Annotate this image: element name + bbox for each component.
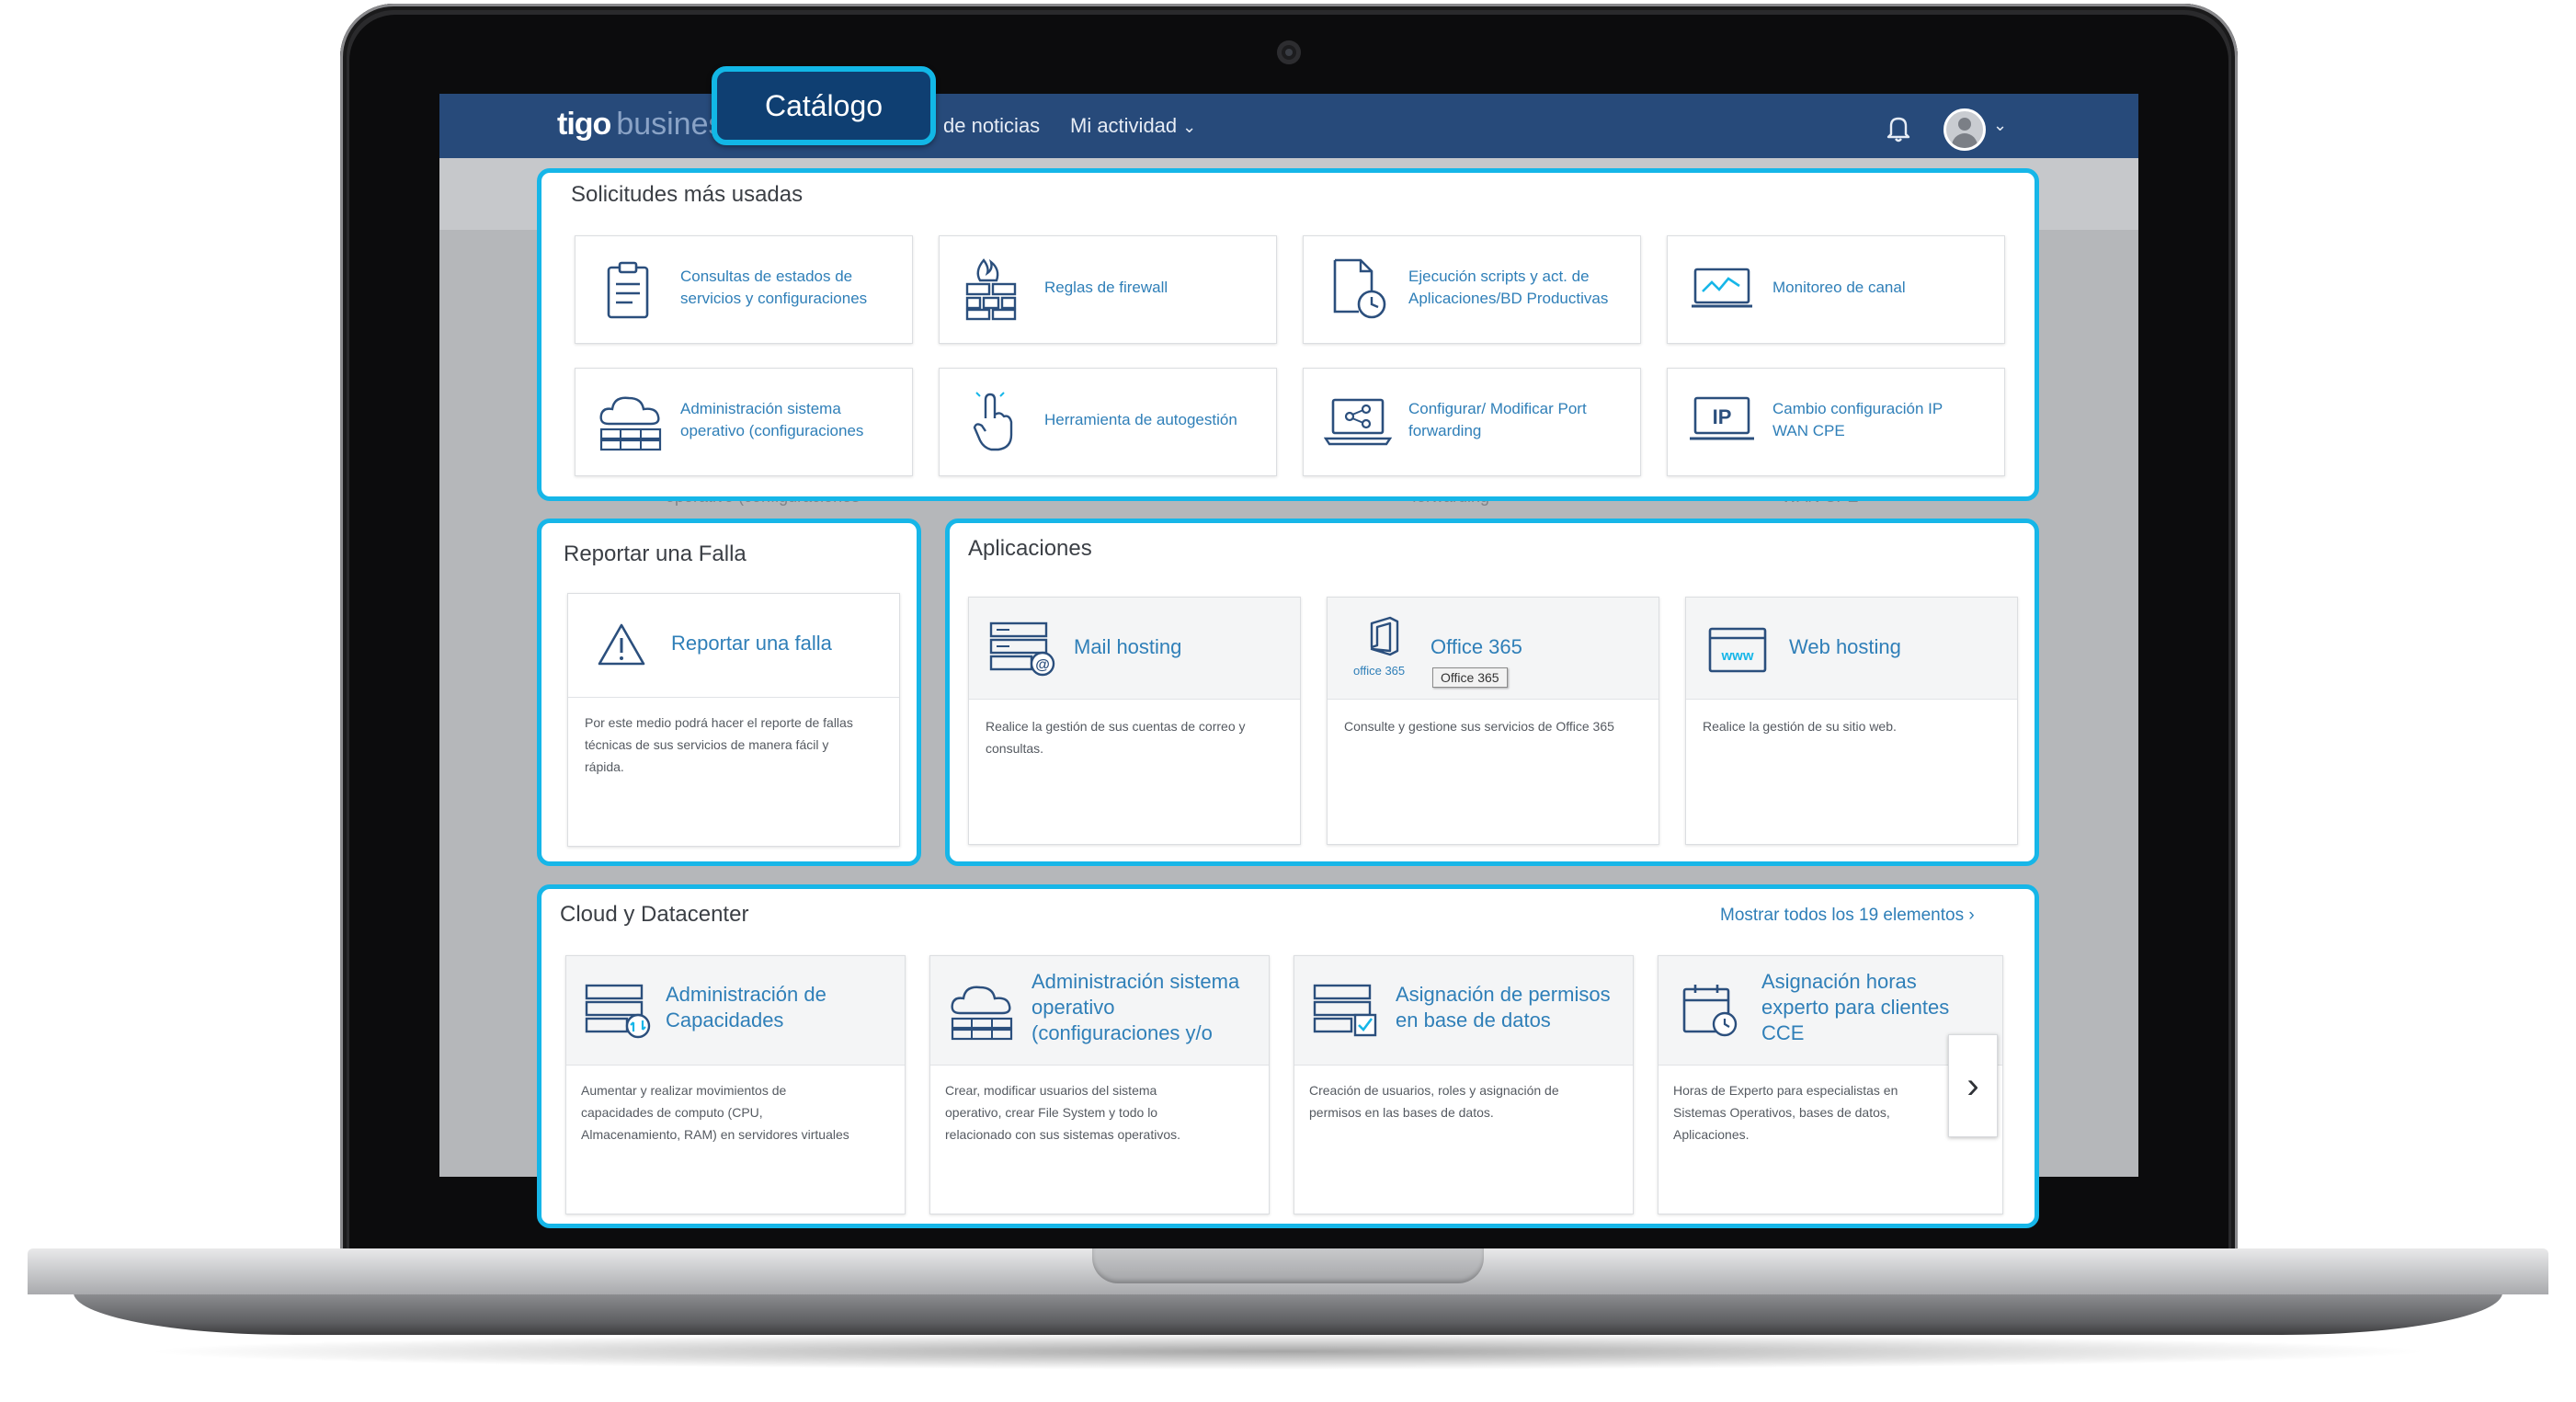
card-description: Crear, modificar usuarios del sistema op…: [945, 1083, 1181, 1142]
top-navigation-bar: tigo business de noticias Mi actividad ⌄ ⌄: [439, 94, 2138, 158]
panel-title: Solicitudes más usadas: [571, 182, 804, 207]
card-label: Ejecución scripts y act. de Aplicaciones…: [1408, 268, 1609, 307]
card-label: Cambio configuración IP WAN CPE: [1772, 400, 1943, 439]
app-card-office365[interactable]: office 365 Office 365 Office 365 Consult…: [1327, 597, 1659, 845]
applications-panel: Aplicaciones @ Mail hosting Realice la g…: [945, 519, 2039, 866]
www-icon: www: [1708, 627, 1767, 673]
request-card-scripts[interactable]: Ejecución scripts y act. de Aplicaciones…: [1303, 235, 1641, 344]
carousel-next-button[interactable]: ›: [1948, 1034, 1998, 1137]
card-title: Office 365: [1430, 635, 1522, 658]
firewall-icon: [965, 258, 1017, 321]
nav-news[interactable]: de noticias: [943, 114, 1040, 138]
request-card-channel-monitoring[interactable]: Monitoreo de canal: [1667, 235, 2005, 344]
request-card-ip-wan[interactable]: IP Cambio configuración IP WAN CPE: [1667, 368, 2005, 476]
hand-pointer-icon: [973, 392, 1013, 451]
card-label: Consultas de estados de servicios y conf…: [680, 268, 868, 307]
tooltip: Office 365: [1432, 667, 1508, 688]
card-description: Creación de usuarios, roles y asignación…: [1309, 1083, 1559, 1120]
ip-monitor-icon: IP: [1690, 396, 1754, 440]
card-description: Horas de Experto para especialistas en S…: [1673, 1083, 1898, 1142]
laptop-base-bottom: [74, 1293, 2502, 1335]
cloud-servers-icon: [599, 396, 662, 451]
chevron-right-icon: ›: [1966, 1065, 1979, 1106]
panel-title: Aplicaciones: [968, 536, 1092, 561]
card-title: Administración sistema operativo (config…: [1032, 970, 1240, 1044]
svg-text:@: @: [1035, 657, 1050, 673]
card-label: Reglas de firewall: [1044, 279, 1168, 296]
most-used-requests-panel: Solicitudes más usadas Consultas de esta…: [537, 168, 2039, 501]
bell-icon[interactable]: [1883, 112, 1914, 143]
report-fault-panel: Reportar una Falla Reportar una falla Po…: [537, 519, 921, 866]
catalog-callout[interactable]: Catálogo: [712, 66, 936, 145]
document-clock-icon: [1333, 258, 1386, 319]
laptop-notch: [1092, 1248, 1484, 1283]
card-title: Web hosting: [1789, 635, 1901, 658]
avatar[interactable]: [1943, 108, 1986, 151]
panel-title: Reportar una Falla: [564, 541, 747, 566]
card-title: Administración de Capacidades: [666, 983, 826, 1032]
request-card-os-admin[interactable]: Administración sistema operativo (config…: [575, 368, 913, 476]
svg-text:www: www: [1720, 648, 1753, 664]
card-description: Por este medio podrá hacer el reporte de…: [585, 715, 853, 774]
server-check-icon: [1313, 984, 1377, 1037]
laptop-shadow: [138, 1333, 2438, 1370]
office365-icon: [1370, 616, 1399, 656]
card-label: Configurar/ Modificar Port forwarding: [1408, 400, 1587, 439]
logo-text: tigo: [557, 107, 611, 142]
request-card-status-queries[interactable]: Consultas de estados de servicios y conf…: [575, 235, 913, 344]
svg-text:IP: IP: [1713, 405, 1732, 428]
report-fault-card[interactable]: Reportar una falla Por este medio podrá …: [567, 593, 900, 847]
card-label: Herramienta de autogestión: [1044, 411, 1237, 428]
request-card-self-service[interactable]: Herramienta de autogestión: [939, 368, 1277, 476]
server-sync-icon: [585, 984, 651, 1039]
card-title: Asignación horas experto para clientes C…: [1761, 970, 1950, 1044]
nav-my-activity-label: Mi actividad: [1070, 114, 1178, 137]
cloud-card-capacity[interactable]: Administración de Capacidades Aumentar y…: [565, 955, 906, 1214]
card-description: Aumentar y realizar movimientos de capac…: [581, 1083, 849, 1142]
card-description: Consulte y gestione sus servicios de Off…: [1344, 719, 1614, 734]
cloud-servers-icon: [951, 986, 1013, 1041]
cloud-card-db-permissions[interactable]: Asignación de permisos en base de datos …: [1294, 955, 1634, 1214]
panel-title: Cloud y Datacenter: [560, 902, 749, 927]
cloud-datacenter-panel: Cloud y Datacenter Mostrar todos los 19 …: [537, 884, 2039, 1228]
request-card-port-forwarding[interactable]: Configurar/ Modificar Port forwarding: [1303, 368, 1641, 476]
app-card-mail-hosting[interactable]: @ Mail hosting Realice la gestión de sus…: [968, 597, 1301, 845]
chevron-down-icon: ⌄: [1182, 118, 1197, 136]
card-description: Realice la gestión de su sitio web.: [1703, 719, 1897, 734]
card-title: Mail hosting: [1074, 635, 1182, 658]
card-label: Administración sistema operativo (config…: [680, 400, 864, 439]
show-all-link[interactable]: Mostrar todos los 19 elementos ›: [1720, 906, 1975, 926]
laptop-share-icon: [1324, 398, 1392, 446]
card-title: Reportar una falla: [671, 632, 832, 655]
card-title: Asignación de permisos en base de datos: [1396, 983, 1611, 1032]
office365-logo-text: office 365: [1353, 664, 1406, 678]
mail-server-icon: @: [989, 621, 1055, 677]
chevron-down-icon[interactable]: ⌄: [1993, 116, 2007, 135]
webcam: [1277, 40, 1301, 64]
app-card-web-hosting[interactable]: www Web hosting Realice la gestión de su…: [1685, 597, 2018, 845]
calendar-clock-icon: [1682, 985, 1738, 1037]
clipboard-icon: [607, 261, 649, 319]
nav-my-activity[interactable]: Mi actividad ⌄: [1070, 114, 1196, 138]
card-label: Monitoreo de canal: [1772, 279, 1906, 296]
card-description: Realice la gestión de sus cuentas de cor…: [986, 719, 1246, 756]
request-card-firewall[interactable]: Reglas de firewall: [939, 235, 1277, 344]
cloud-card-os-admin[interactable]: Administración sistema operativo (config…: [929, 955, 1270, 1214]
monitor-chart-icon: [1692, 268, 1752, 308]
warning-triangle-icon: [598, 623, 645, 666]
